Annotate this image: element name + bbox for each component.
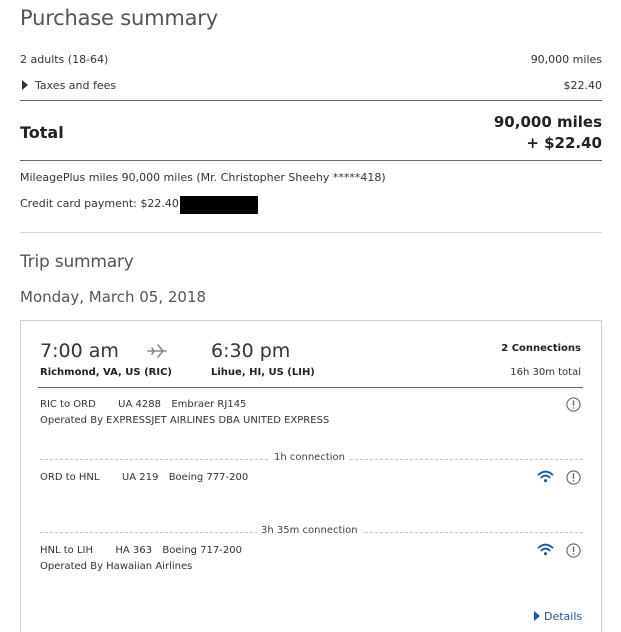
segment-route: HNL to LIH bbox=[40, 545, 94, 556]
segment-row: HNL to LIH HA 363 Boeing 717-200 bbox=[40, 545, 242, 556]
trip-date: Monday, March 05, 2018 bbox=[20, 288, 207, 306]
segment-flight: HA 363 bbox=[115, 545, 153, 556]
total-cash: + $22.40 bbox=[526, 134, 602, 152]
total-label: Total bbox=[20, 123, 64, 142]
info-icon[interactable] bbox=[566, 397, 581, 412]
divider bbox=[38, 387, 583, 388]
segment-row: RIC to ORD UA 4288 Embraer RJ145 bbox=[40, 399, 246, 410]
segment-flight: UA 219 bbox=[121, 472, 159, 483]
segment-row: ORD to HNL UA 219 Boeing 777-200 bbox=[40, 472, 248, 483]
divider bbox=[20, 100, 602, 101]
connections-count: 2 Connections bbox=[501, 343, 581, 354]
segment-aircraft: Boeing 777-200 bbox=[168, 472, 249, 483]
details-link[interactable]: Details bbox=[534, 610, 582, 623]
segment-operator: Operated By Hawaiian Airlines bbox=[40, 561, 193, 572]
segment-aircraft: Boeing 717-200 bbox=[162, 545, 242, 556]
segment-operator: Operated By EXPRESSJET AIRLINES DBA UNIT… bbox=[40, 415, 330, 426]
caret-right-icon bbox=[534, 611, 540, 621]
total-duration: 16h 30m total bbox=[510, 367, 581, 378]
info-icon[interactable] bbox=[566, 470, 581, 485]
mileageplus-payment: MileagePlus miles 90,000 miles (Mr. Chri… bbox=[20, 171, 386, 184]
layover-label: 3h 35m connection bbox=[257, 525, 362, 536]
segment-route: RIC to ORD bbox=[40, 399, 96, 410]
details-label[interactable]: Details bbox=[544, 610, 582, 623]
depart-time: 7:00 am bbox=[40, 340, 119, 362]
segment-flight: UA 4288 bbox=[118, 399, 161, 410]
purchase-summary-title: Purchase summary bbox=[20, 6, 218, 30]
passengers-label: 2 adults (18-64) bbox=[20, 53, 109, 66]
segment-aircraft: Embraer RJ145 bbox=[171, 399, 247, 410]
segment-route: ORD to HNL bbox=[40, 472, 100, 483]
taxes-value: $22.40 bbox=[563, 79, 603, 92]
divider bbox=[20, 232, 602, 233]
caret-right-icon bbox=[22, 80, 28, 90]
airplane-icon bbox=[147, 344, 167, 358]
depart-place: Richmond, VA, US (RIC) bbox=[40, 367, 172, 378]
taxes-toggle[interactable]: Taxes and fees bbox=[22, 79, 116, 92]
credit-card-payment: Credit card payment: $22.40 bbox=[20, 197, 179, 210]
layover-label: 1h connection bbox=[270, 452, 349, 463]
passengers-value: 90,000 miles bbox=[530, 53, 602, 66]
taxes-label: Taxes and fees bbox=[35, 79, 117, 92]
arrive-time: 6:30 pm bbox=[211, 340, 291, 362]
wifi-icon bbox=[537, 470, 554, 483]
divider bbox=[20, 160, 602, 161]
wifi-icon bbox=[537, 543, 554, 556]
trip-summary-title: Trip summary bbox=[20, 252, 134, 272]
info-icon[interactable] bbox=[566, 543, 581, 558]
total-miles: 90,000 miles bbox=[493, 113, 602, 131]
arrive-place: Lihue, HI, US (LIH) bbox=[211, 367, 315, 378]
redaction-bar bbox=[180, 196, 258, 214]
